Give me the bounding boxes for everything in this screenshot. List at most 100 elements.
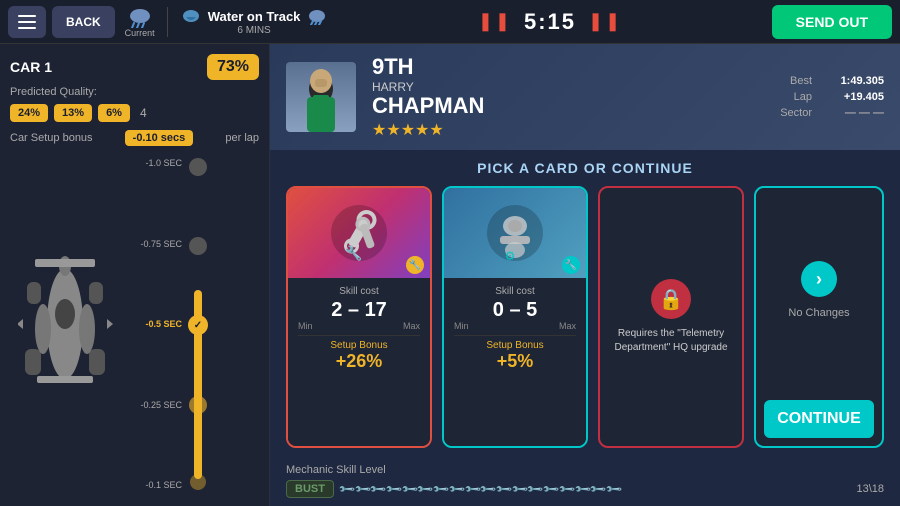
pause-right-icon[interactable]: ❚❚: [588, 11, 622, 32]
wrench-icons: 🔧🔧🔧🔧🔧🔧🔧🔧🔧🔧🔧🔧🔧🔧🔧🔧🔧🔧: [340, 483, 851, 496]
slider-dot-0[interactable]: [189, 158, 207, 176]
slider-dot-1[interactable]: [189, 237, 207, 255]
menu-line-2: [18, 21, 36, 23]
lap-value: +19.405: [824, 91, 884, 103]
card-2-graphic: ⚙: [480, 198, 550, 268]
card-2-minmax: Min Max: [454, 321, 576, 331]
quality-pill-2: 13%: [54, 104, 92, 122]
water-time-label: 6 MINS: [237, 25, 270, 36]
lap-label: Lap: [794, 91, 812, 103]
weather-separator: [167, 7, 168, 37]
top-bar-left: BACK Current Water on Track: [8, 6, 328, 38]
driver-figure-svg: [291, 67, 351, 132]
driver-avatar: [286, 62, 356, 132]
quality-badge: 73%: [207, 54, 259, 80]
slider-area: -1.0 SEC -0.75 SEC -0.5 SEC -0.25 SEC -0…: [128, 152, 259, 496]
driver-last-name: CHAPMAN: [372, 94, 764, 118]
card-2-tool-icon: 🔧: [562, 256, 580, 274]
back-button[interactable]: BACK: [52, 6, 115, 38]
driver-header: 9TH HARRY CHAPMAN ★★★★★ Best 1:49.305 La…: [270, 44, 900, 150]
pause-left-icon[interactable]: ❚❚: [478, 11, 512, 32]
car-header: CAR 1 73%: [10, 54, 259, 80]
card-1-graphic: 🔧: [324, 198, 394, 268]
no-changes-text: No Changes: [788, 307, 849, 319]
stat-row-sector: Sector — — —: [780, 107, 884, 119]
card-1-setup-label: Setup Bonus: [298, 340, 420, 351]
bust-badge: BUST: [286, 480, 334, 498]
continue-btn-area: CONTINUE: [756, 392, 882, 446]
slider-label-3: -0.25 SEC: [128, 400, 182, 410]
weather-current: Current: [125, 6, 155, 38]
card-2-image: ⚙ 🔧: [444, 188, 586, 278]
slider-label-4: -0.1 SEC: [128, 480, 182, 490]
card-1-tool-icon: 🔧: [406, 256, 424, 274]
card-1-body: Skill cost 2 – 17 Min Max Setup Bonu: [288, 278, 430, 446]
slider-dot-2[interactable]: ✓: [188, 315, 208, 335]
slider-dot-4[interactable]: [190, 474, 206, 490]
card-3-locked: 🔒 Requires the "Telemetry Department" HQ…: [600, 188, 742, 446]
continue-button[interactable]: CONTINUE: [764, 400, 874, 438]
driver-stats: Best 1:49.305 Lap +19.405 Sector — — —: [780, 75, 884, 119]
card-2-setup-value: +5%: [454, 351, 576, 372]
card-1-setup-value: +26%: [298, 351, 420, 372]
predicted-quality-label: Predicted Quality:: [10, 86, 259, 98]
card-1-image: 🔧 🔧: [288, 188, 430, 278]
slider-label-2: -0.5 SEC: [128, 319, 182, 329]
water-on-track: Water on Track 6 MINS: [180, 7, 329, 36]
stat-row-lap: Lap +19.405: [780, 91, 884, 103]
mechanic-bar: BUST 🔧🔧🔧🔧🔧🔧🔧🔧🔧🔧🔧🔧🔧🔧🔧🔧🔧🔧 13\18: [286, 480, 884, 498]
main-content: CAR 1 73% Predicted Quality: 24% 13% 6% …: [0, 44, 900, 506]
card-1-skill-label: Skill cost: [298, 286, 420, 297]
lock-icon: 🔒: [651, 279, 691, 319]
wrench-icon-17: 🔧: [604, 480, 623, 499]
card-2-skill-label: Skill cost: [454, 286, 576, 297]
slider-dot-3[interactable]: [189, 396, 207, 414]
cards-row: 🔧 🔧 Skill cost 2 – 17 Min: [286, 186, 884, 448]
best-value: 1:49.305: [824, 75, 884, 87]
menu-line-3: [18, 27, 36, 29]
water-on-track-label: Water on Track: [208, 9, 301, 24]
rain-icon: [126, 6, 154, 28]
car-title: CAR 1: [10, 59, 52, 75]
send-out-button[interactable]: SEND OUT: [772, 5, 892, 39]
card-2[interactable]: ⚙ 🔧 Skill cost 0 – 5 Min: [442, 186, 588, 448]
slider-visual: -1.0 SEC -0.75 SEC -0.5 SEC -0.25 SEC -0…: [128, 156, 259, 492]
pick-card-title: PICK A CARD OR CONTINUE: [286, 160, 884, 176]
card-4-no-changes: › No Changes: [756, 188, 882, 392]
per-lap-label: per lap: [225, 132, 259, 144]
mechanic-count: 13\18: [856, 483, 884, 495]
menu-line-1: [18, 15, 36, 17]
card-3[interactable]: 🔒 Requires the "Telemetry Department" HQ…: [598, 186, 744, 448]
car-svg: [18, 247, 113, 402]
card-2-skill-value: 0 – 5: [454, 299, 576, 321]
water-icon: [180, 7, 202, 25]
card-1[interactable]: 🔧 🔧 Skill cost 2 – 17 Min: [286, 186, 432, 448]
left-panel: CAR 1 73% Predicted Quality: 24% 13% 6% …: [0, 44, 270, 506]
slider-dots: ✓: [182, 156, 214, 492]
card-section: PICK A CARD OR CONTINUE: [270, 150, 900, 458]
timer-display: 5:15: [524, 9, 576, 35]
sector-label: Sector: [780, 107, 812, 119]
continue-arrow-icon[interactable]: ›: [801, 261, 837, 297]
car-setup-area: -1.0 SEC -0.75 SEC -0.5 SEC -0.25 SEC -0…: [10, 152, 259, 496]
quality-pills: 24% 13% 6% 4: [10, 104, 259, 122]
driver-position: 9TH: [372, 54, 764, 80]
stat-row-best: Best 1:49.305: [780, 75, 884, 87]
top-bar-right: SEND OUT: [772, 5, 892, 39]
card-2-body: Skill cost 0 – 5 Min Max Setup Bonus: [444, 278, 586, 446]
best-label: Best: [790, 75, 812, 87]
car-setup-label: Car Setup bonus: [10, 132, 93, 144]
water-icon-2: [306, 7, 328, 25]
card-1-skill-value: 2 – 17: [298, 299, 420, 321]
slider-label-0: -1.0 SEC: [128, 158, 182, 168]
svg-text:⚙: ⚙: [505, 249, 516, 263]
card-4[interactable]: › No Changes CONTINUE: [754, 186, 884, 448]
mechanic-label: Mechanic Skill Level: [286, 464, 884, 476]
top-bar: BACK Current Water on Track: [0, 0, 900, 44]
card-1-setup-area: Setup Bonus +26%: [298, 335, 420, 372]
slider-labels: -1.0 SEC -0.75 SEC -0.5 SEC -0.25 SEC -0…: [128, 156, 182, 492]
quality-pill-num: 4: [140, 106, 147, 120]
menu-button[interactable]: [8, 6, 46, 38]
quality-pill-3: 6%: [98, 104, 130, 122]
driver-first-name: HARRY: [372, 80, 764, 94]
